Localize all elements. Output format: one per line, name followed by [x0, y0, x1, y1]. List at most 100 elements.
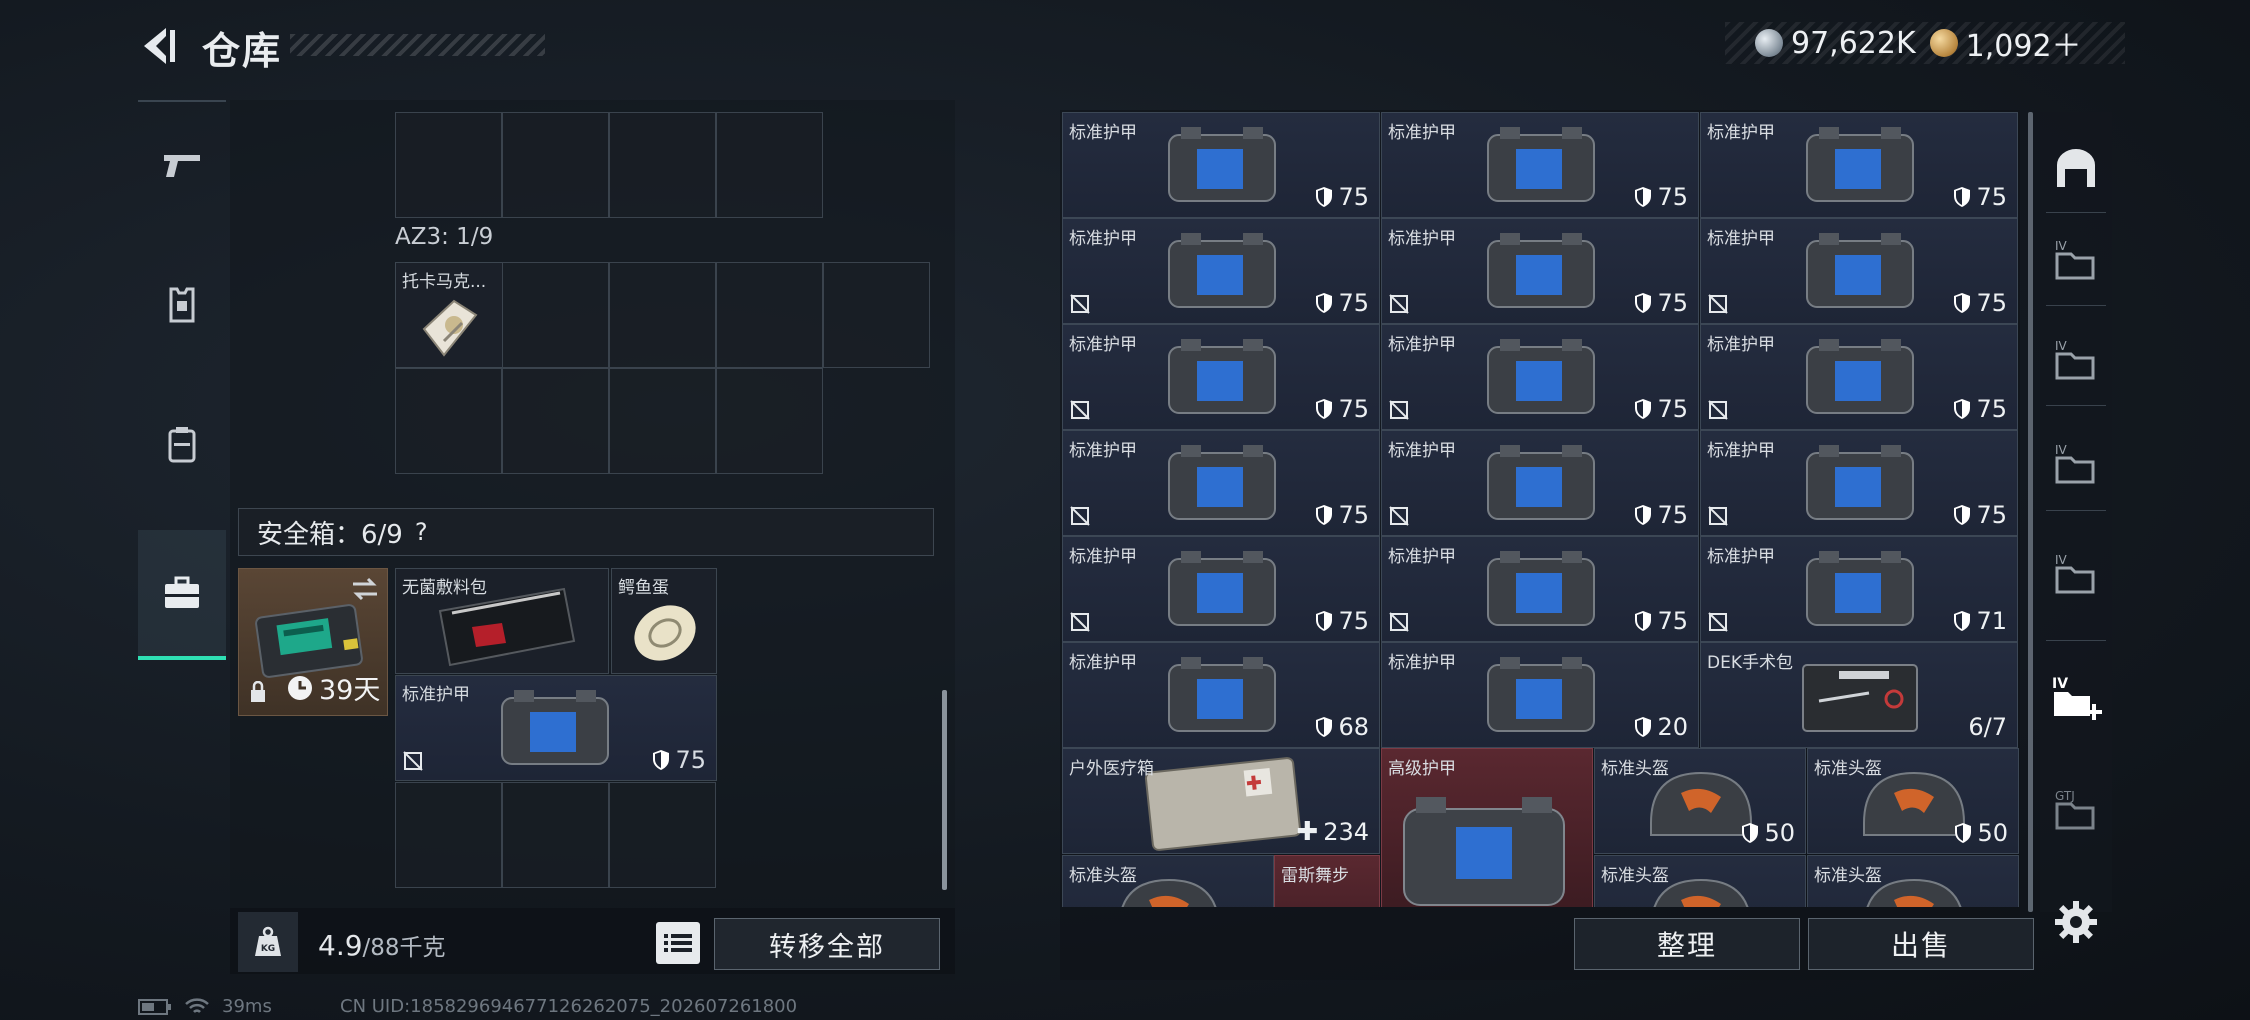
empty-slot[interactable]	[716, 262, 823, 368]
stash-item-standard-armor[interactable]: 标准护甲 75	[1381, 430, 1699, 536]
shield-icon	[1316, 293, 1333, 313]
empty-slot[interactable]	[395, 112, 502, 218]
stash-item-standard-armor[interactable]: 标准护甲 75	[1062, 430, 1380, 536]
shield-icon	[1635, 611, 1652, 631]
safebox-timer: 39天	[287, 668, 380, 707]
stash-item-standard-armor[interactable]: 标准护甲 75	[1062, 112, 1380, 218]
stash-item-value: 6/7	[1968, 713, 2007, 741]
armor-vest-item-icon	[1487, 445, 1595, 520]
stash-item-standard-armor[interactable]: 标准护甲 75	[1381, 218, 1699, 324]
svg-text:IV: IV	[2055, 553, 2068, 567]
stash-item-standard-helmet[interactable]: 标准头盔 50	[1594, 748, 1806, 854]
stash-item-standard-helmet[interactable]: 标准头盔	[1594, 855, 1806, 907]
armor-vest-item-icon	[1487, 233, 1595, 308]
no-entry-icon	[1070, 400, 1090, 420]
svg-text:KG: KG	[261, 944, 275, 954]
stash-item-standard-helmet[interactable]: 标准头盔 50	[1807, 748, 2019, 854]
stash-item-standard-armor[interactable]: 标准护甲 75	[1062, 324, 1380, 430]
shield-icon	[1742, 823, 1759, 843]
stash-item-standard-helmet[interactable]: 标准头盔	[1807, 855, 2019, 907]
sell-button[interactable]: 出售	[1808, 918, 2034, 970]
empty-slot[interactable]	[609, 112, 716, 218]
armor-vest-item-icon	[1487, 339, 1595, 414]
empty-slot[interactable]	[502, 368, 609, 474]
stash-item-standard-armor[interactable]: 标准护甲 75	[1700, 112, 2018, 218]
stash-item-value: ✚ 234	[1296, 817, 1369, 847]
stash-item-advanced-armor[interactable]: 高级护甲	[1381, 748, 1593, 907]
sort-button[interactable]: 整理	[1574, 918, 1800, 970]
crocodile-egg-icon	[634, 605, 696, 661]
stash-item-standard-armor[interactable]: 标准护甲 75	[1062, 536, 1380, 642]
empty-slot[interactable]	[502, 112, 609, 218]
empty-slot[interactable]	[609, 368, 716, 474]
svg-text:IV: IV	[2055, 339, 2068, 353]
shield-icon	[1954, 611, 1971, 631]
stash-item-value: 75	[1315, 289, 1369, 317]
left-scrollbar[interactable]	[942, 690, 947, 890]
tab-armor[interactable]	[138, 240, 226, 370]
clock-icon	[288, 675, 312, 700]
stash-item-standard-armor[interactable]: 标准护甲 75	[1381, 112, 1699, 218]
stash-tab-4[interactable]: IV	[2040, 210, 2112, 310]
safebox-container[interactable]: 39天	[238, 568, 388, 716]
item-sterile-dressing[interactable]: 无菌敷料包	[395, 568, 609, 674]
no-entry-icon	[1708, 506, 1728, 526]
empty-slot[interactable]	[502, 782, 609, 888]
empty-slot[interactable]	[716, 112, 823, 218]
settings-gear-icon[interactable]	[2052, 898, 2100, 946]
shield-icon	[1316, 611, 1333, 631]
az3-item-tokamak[interactable]: 托卡马克...	[395, 262, 503, 368]
empty-slot[interactable]	[823, 262, 930, 368]
item-crocodile-egg[interactable]: 鳄鱼蛋	[611, 568, 717, 674]
stash-tab-gtj[interactable]: GTJ	[2040, 760, 2112, 860]
stash-item-name: 标准护甲	[1388, 123, 1456, 143]
transfer-all-button[interactable]: 转移全部	[714, 918, 940, 970]
back-icon[interactable]	[136, 24, 180, 68]
stash-item-name: 雷斯舞步	[1281, 866, 1349, 886]
no-entry-icon	[1389, 400, 1409, 420]
stash-item-standard-helmet[interactable]: 标准头盔	[1062, 855, 1274, 907]
plus-icon: ✚	[1296, 817, 1319, 847]
stash-tab-2[interactable]: IV	[2040, 414, 2112, 514]
stash-item-standard-armor[interactable]: 标准护甲 75	[1381, 536, 1699, 642]
stash-item-standard-armor[interactable]: 标准护甲 75	[1700, 324, 2018, 430]
stash-item-name: 标准护甲	[1069, 123, 1137, 143]
stash-item-outdoor-med-kit[interactable]: 户外医疗箱 ✚ 234	[1062, 748, 1380, 854]
stash-item-standard-armor[interactable]: 标准护甲 75	[1700, 218, 2018, 324]
folder-tab-icon: IV	[2055, 239, 2095, 280]
tab-safebox[interactable]	[138, 530, 226, 660]
stash-item-standard-armor[interactable]: 标准护甲 68	[1062, 642, 1380, 748]
gold-currency[interactable]: 1,092＋	[1929, 21, 2082, 65]
empty-slot[interactable]	[716, 368, 823, 474]
stash-item-name: 标准护甲	[1388, 547, 1456, 567]
stash-scrollbar[interactable]	[2028, 112, 2033, 912]
empty-slot[interactable]	[395, 368, 502, 474]
stash-item-standard-armor[interactable]: 标准护甲 71	[1700, 536, 2018, 642]
add-stash-tab[interactable]: IV	[2040, 648, 2112, 748]
gold-amount: 1,092＋	[1965, 29, 2082, 64]
stash-item-standard-armor[interactable]: 标准护甲 75	[1381, 324, 1699, 430]
stash-tab-1[interactable]: IV	[2040, 524, 2112, 624]
stash-item-standard-armor[interactable]: 标准护甲 20	[1381, 642, 1699, 748]
stash-tab-3[interactable]: IV	[2040, 310, 2112, 410]
empty-slot[interactable]	[609, 782, 716, 888]
empty-slot[interactable]	[502, 262, 609, 368]
stash-item-standard-armor[interactable]: 标准护甲 75	[1700, 430, 2018, 536]
stash-item-dance-step[interactable]: 雷斯舞步	[1274, 855, 1380, 907]
shield-icon	[1954, 505, 1971, 525]
empty-slot[interactable]	[395, 782, 502, 888]
stash-item-surgical-kit[interactable]: DEK手术包 6/7	[1700, 642, 2018, 748]
stash-item-name: 户外医疗箱	[1069, 759, 1154, 779]
tab-weapons[interactable]	[138, 100, 226, 230]
stash-item-value: 75	[1953, 289, 2007, 317]
item-standard-armor[interactable]: 标准护甲 75	[395, 675, 717, 781]
tab-backpack[interactable]	[138, 380, 226, 510]
stash-item-standard-armor[interactable]: 标准护甲 75	[1062, 218, 1380, 324]
stash-tab-all[interactable]	[2040, 118, 2112, 218]
safebox-help-icon[interactable]: ?	[415, 518, 428, 546]
page-title: 仓库	[202, 29, 283, 73]
empty-slot[interactable]	[609, 262, 716, 368]
dressing-pack-icon	[438, 587, 576, 667]
armor-vest-item-icon	[1168, 339, 1276, 414]
list-view-button[interactable]	[656, 922, 700, 964]
